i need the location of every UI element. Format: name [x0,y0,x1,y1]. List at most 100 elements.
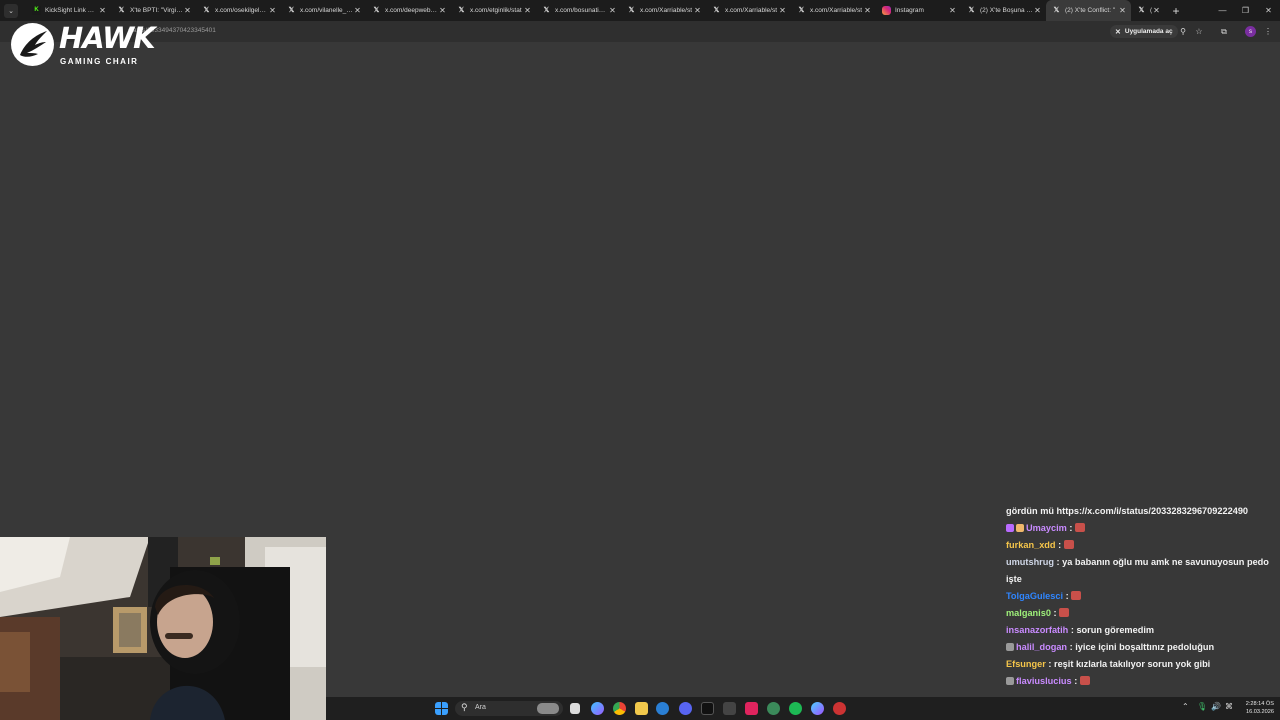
browser-tab[interactable]: 𝕏x.com/etginlik/stat ✕ [451,0,536,21]
restore-icon[interactable]: ❐ [1234,0,1257,21]
chat-username[interactable]: halil_dogan [1016,642,1067,652]
browser-tab[interactable]: 𝕏 (2) X'te Conflict: " ✕ [1046,0,1131,21]
close-tab-icon[interactable]: ✕ [863,6,872,15]
chat-message: umutshrug : ya babanın oğlu mu amk ne sa… [1006,554,1274,588]
tab-title: x.com/Xarriable/st [725,7,778,14]
chat-message: gördün mü https://x.com/i/status/2033283… [1006,503,1274,520]
browser-tab[interactable]: 𝕏 X'te BPTI: "Virginia ✕ [111,0,196,21]
chat-username[interactable]: Umaycim [1026,523,1067,533]
close-tab-icon[interactable]: ✕ [183,6,192,15]
speaker-icon[interactable]: 🔊 [1211,702,1221,711]
webcam-feed [0,537,326,720]
chat-emote-icon [1063,540,1074,549]
tab-strip: ⌄ K KickSight Link Dete ✕ 𝕏 X'te BPTI: "Virg… [0,0,1280,21]
browser-c-icon[interactable] [656,702,669,715]
x-icon: 𝕏 [1138,7,1145,14]
network-icon[interactable]: ⌘ [1225,702,1233,711]
browser-tab[interactable]: Instagram ✕ [876,0,961,21]
browser-tab[interactable]: 𝕏x.com/Xarriable/st ✕ [621,0,706,21]
close-tab-icon[interactable]: ✕ [353,6,362,15]
chat-message: Umaycim : [1006,520,1274,537]
kick-icon: K [32,6,41,15]
whatsapp-icon[interactable] [767,702,780,715]
windows-start-icon[interactable] [435,702,448,715]
browser-tab[interactable]: 𝕏 (2) X'te Boşuna Tık ✕ [961,0,1046,21]
browser-tab[interactable]: K KickSight Link Dete ✕ [26,0,111,21]
close-tab-icon[interactable]: ✕ [268,6,277,15]
bookmark-star-icon[interactable]: ☆ [1193,25,1205,38]
tab-search-button[interactable]: ⌄ [4,3,18,18]
browser-menu-icon[interactable]: ⋮ [1262,25,1274,38]
task-view-icon[interactable] [570,703,580,714]
browser-tab[interactable]: 𝕏x.com/Xarriable/st ✕ [791,0,876,21]
x-icon: 𝕏 [118,7,125,14]
chat-badge-icon [1006,524,1014,532]
chat-username[interactable]: insanazorfatih [1006,625,1068,635]
chat-badge-icon [1006,643,1014,651]
browser-tab[interactable]: 𝕏x.com/Xarriable/st ✕ [706,0,791,21]
x-icon: 𝕏 [458,7,465,14]
close-tab-icon[interactable]: ✕ [693,6,702,15]
copilot-icon[interactable] [591,702,604,715]
close-tab-icon[interactable]: ✕ [778,6,787,15]
microphone-icon[interactable]: 🎙 [1197,702,1207,711]
new-tab-button[interactable]: + [1167,4,1185,18]
chat-message: TolgaGulesci : [1006,588,1274,605]
minimize-icon[interactable]: — [1211,0,1234,21]
close-window-icon[interactable]: ✕ [1257,0,1280,21]
file-explorer-icon[interactable] [635,702,648,715]
close-tab-icon[interactable]: ✕ [438,6,447,15]
obs-icon[interactable] [833,702,846,715]
taskbar-search-placeholder: Ara [475,704,486,711]
taskbar-clock[interactable]: 2:28:14 ÖS 16.03.2026 [1240,700,1274,716]
browser-tab[interactable]: 𝕏x.com/deepwebcet ✕ [366,0,451,21]
chat-username[interactable]: furkan_xdd [1006,540,1056,550]
close-tab-icon[interactable]: ✕ [523,6,532,15]
browser-tab[interactable]: 𝕏x.com/vilanelle_/st ✕ [281,0,366,21]
tab-title: x.com/Xarriable/st [810,7,863,14]
close-tab-icon[interactable]: ✕ [1152,6,1161,15]
open-in-app-chip[interactable]: ✕ Uygulamada aç [1110,25,1178,38]
brand-name: HAWK [59,21,156,55]
spotify-icon[interactable] [789,702,802,715]
close-tab-icon[interactable]: ✕ [608,6,617,15]
brand-subtitle: GAMING CHAIR [60,57,139,66]
tray-overflow-icon[interactable]: ⌃ [1182,702,1189,711]
tab-title: x.com/Xarriable/st [640,7,693,14]
browser-tab[interactable]: 𝕏x.com/osekilgelamıs ✕ [196,0,281,21]
colorful-app-icon[interactable] [811,702,824,715]
chat-username[interactable]: umutshrug [1006,557,1054,567]
tab-title: Instagram [895,7,924,14]
steam-icon[interactable] [701,702,714,715]
chat-username[interactable]: flaviuslucius [1016,676,1072,686]
close-tab-icon[interactable]: ✕ [98,6,107,15]
close-tab-icon[interactable]: ✕ [948,6,957,15]
chat-emote-icon [1059,608,1070,617]
search-highlight-icon [537,703,559,714]
chat-text: : reşit kızlarla takılıyor sorun yok gib… [1045,659,1211,669]
app-icon[interactable] [723,702,736,715]
browser-tab[interactable]: 𝕏(2)✕ [1131,0,1165,21]
close-tab-icon[interactable]: ✕ [1118,6,1127,15]
close-tab-icon[interactable]: ✕ [1033,6,1042,15]
chat-text: gördün mü https://x.com/i/status/2033283… [1006,506,1249,516]
chat-username[interactable]: malganis0 [1006,608,1051,618]
chat-message: malganis0 : [1006,605,1274,622]
discord-icon[interactable] [679,702,692,715]
profile-avatar[interactable]: s [1245,26,1256,37]
chrome-icon[interactable] [613,702,626,715]
close-chip-icon[interactable]: ✕ [1115,28,1121,36]
chat-username[interactable]: TolgaGulesci [1006,591,1063,601]
x-icon: 𝕏 [1053,7,1060,14]
red-app-icon[interactable] [745,702,758,715]
extensions-icon[interactable]: ⧉ [1218,25,1230,38]
browser-tab[interactable]: 𝕏x.com/bosunatiklar ✕ [536,0,621,21]
zoom-icon[interactable]: ⚲ [1177,25,1189,38]
chat-text: : iyice içini boşalttınız pedoluğun [1067,642,1215,652]
chat-text: : [1055,540,1064,550]
chat-username[interactable]: Efsunger [1006,659,1046,669]
chat-emote-icon [1071,591,1082,600]
window-controls: — ❐ ✕ [1211,0,1280,21]
taskbar-search[interactable]: ⚲ Ara [455,701,563,716]
chat-emote-icon [1079,676,1090,685]
